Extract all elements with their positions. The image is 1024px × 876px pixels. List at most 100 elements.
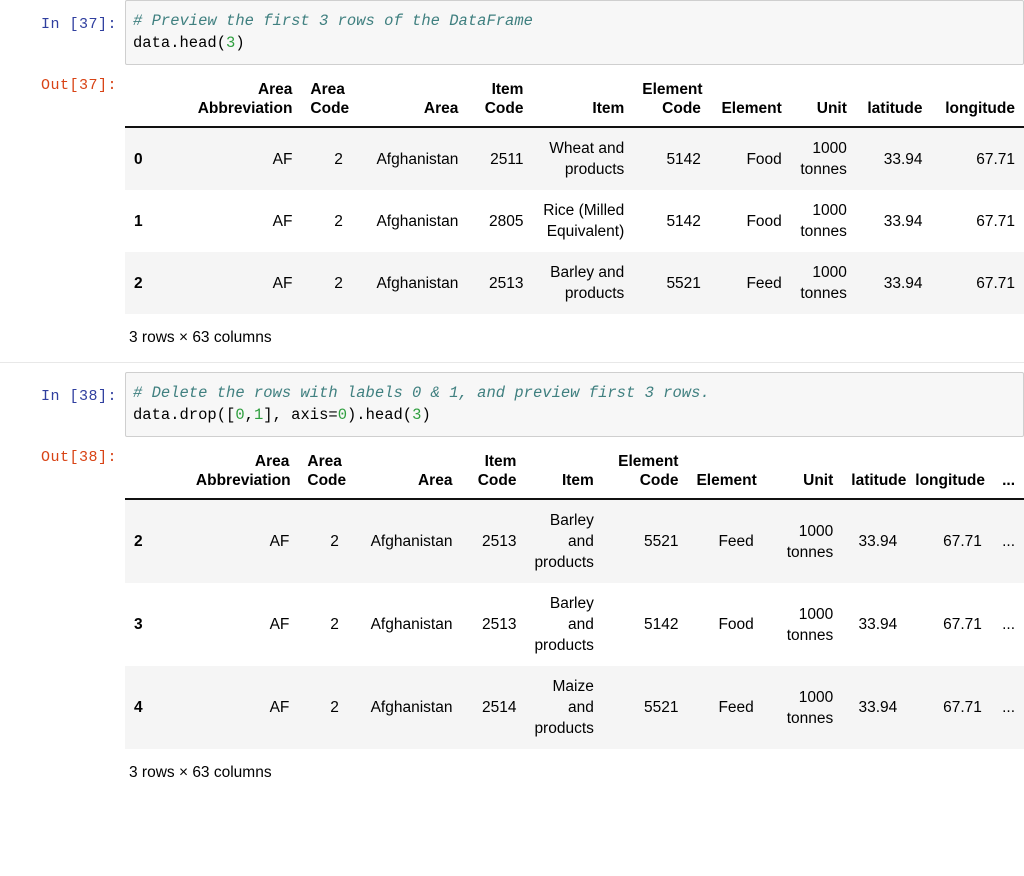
dataframe-1-cell: 5142 bbox=[633, 190, 710, 252]
dataframe-2-cell: Barley and products bbox=[525, 499, 602, 583]
cell-1-output-prompt: Out[37]: bbox=[0, 74, 125, 96]
dataframe-1-cell: 1000 tonnes bbox=[791, 252, 856, 314]
cell-2-code-arg2: 1 bbox=[254, 406, 263, 424]
dataframe-2-cell: Afghanistan bbox=[348, 666, 462, 749]
dataframe-2-cell: Feed bbox=[687, 499, 762, 583]
cell-2-code-comment: # Delete the rows with labels 0 & 1, and… bbox=[133, 384, 710, 402]
dataframe-2-cell: 2 bbox=[298, 583, 348, 666]
dataframe-2-col-area-abbreviation: Area Abbreviation bbox=[187, 446, 298, 499]
dataframe-2-col-area: Area bbox=[348, 446, 462, 499]
dataframe-1-col-area-code: Area Code bbox=[301, 74, 351, 127]
cell-2-code-sep2: ], axis= bbox=[263, 406, 337, 424]
dataframe-1-col-element: Element bbox=[710, 74, 791, 127]
dataframe-2-cell: ... bbox=[991, 583, 1024, 666]
dataframe-1-cell: 2 bbox=[301, 190, 351, 252]
dataframe-2-cell: Maize and products bbox=[525, 666, 602, 749]
cell-2-output-prompt: Out[38]: bbox=[0, 446, 125, 468]
cell-2-code-arg1: 0 bbox=[235, 406, 244, 424]
dataframe-1-cell: Food bbox=[710, 190, 791, 252]
dataframe-2-row-index: 2 bbox=[125, 499, 187, 583]
dataframe-2-cell: AF bbox=[187, 499, 298, 583]
dataframe-2-cell: Food bbox=[687, 583, 762, 666]
cell-1-output-row: Out[37]: Area Abbreviation Area Code bbox=[0, 65, 1024, 348]
table-row: 2 AF 2 Afghanistan 2513 Barley and produ… bbox=[125, 499, 1024, 583]
dataframe-2-cell: Afghanistan bbox=[348, 499, 462, 583]
dataframe-1-body: 0 AF 2 Afghanistan 2511 Wheat and produc… bbox=[125, 127, 1024, 314]
dataframe-2-cell: 5521 bbox=[603, 499, 688, 583]
dataframe-2-cell: 2 bbox=[298, 666, 348, 749]
dataframe-1-cell: 33.94 bbox=[856, 190, 932, 252]
dataframe-1-cell: 2805 bbox=[467, 190, 532, 252]
notebook-cell-2[interactable]: In [38]: # Delete the rows with labels 0… bbox=[0, 372, 1024, 783]
dataframe-2-cell: 5521 bbox=[603, 666, 688, 749]
dataframe-2-col-area-code: Area Code bbox=[298, 446, 348, 499]
dataframe-2-cell: 67.71 bbox=[906, 666, 991, 749]
cell-1-code-arg: 3 bbox=[226, 34, 235, 52]
dataframe-1-row-index: 2 bbox=[125, 252, 188, 314]
notebook-cell-1[interactable]: In [37]: # Preview the first 3 rows of t… bbox=[0, 0, 1024, 362]
dataframe-2-cell: 67.71 bbox=[906, 583, 991, 666]
dataframe-1-header-row: Area Abbreviation Area Code Area Item Co… bbox=[125, 74, 1024, 127]
dataframe-2-cell: 5142 bbox=[603, 583, 688, 666]
cell-1-code-comment: # Preview the first 3 rows of the DataFr… bbox=[133, 12, 533, 30]
dataframe-2-col-item-code: Item Code bbox=[461, 446, 525, 499]
dataframe-2-col-latitude: latitude bbox=[842, 446, 906, 499]
dataframe-1-cell: 33.94 bbox=[856, 127, 932, 190]
dataframe-2-cell: ... bbox=[991, 666, 1024, 749]
table-row: 4 AF 2 Afghanistan 2514 Maize and produc… bbox=[125, 666, 1024, 749]
table-row: 0 AF 2 Afghanistan 2511 Wheat and produc… bbox=[125, 127, 1024, 190]
dataframe-1-col-longitude: longitude bbox=[932, 74, 1024, 127]
dataframe-1-col-item-code: Item Code bbox=[467, 74, 532, 127]
cell-2-code-sep1: , bbox=[245, 406, 254, 424]
dataframe-1-head: Area Abbreviation Area Code Area Item Co… bbox=[125, 74, 1024, 127]
dataframe-1-cell: AF bbox=[188, 127, 301, 190]
dataframe-2-cell: 33.94 bbox=[842, 499, 906, 583]
dataframe-1-cell: Rice (Milled Equivalent) bbox=[532, 190, 633, 252]
dataframe-1-cell: 67.71 bbox=[932, 127, 1024, 190]
dataframe-2-cell: Afghanistan bbox=[348, 583, 462, 666]
cell-1-code-editor[interactable]: # Preview the first 3 rows of the DataFr… bbox=[125, 0, 1024, 65]
dataframe-2-cell: Barley and products bbox=[525, 583, 602, 666]
dataframe-2-cell: 1000 tonnes bbox=[763, 583, 842, 666]
dataframe-1-cell: 2 bbox=[301, 252, 351, 314]
cell-2-code-call: data.drop([ bbox=[133, 406, 235, 424]
dataframe-1-shape-note: 3 rows × 63 columns bbox=[125, 314, 1024, 348]
dataframe-2-cell: 2514 bbox=[461, 666, 525, 749]
dataframe-1-cell: Barley and products bbox=[532, 252, 633, 314]
table-row: 3 AF 2 Afghanistan 2513 Barley and produ… bbox=[125, 583, 1024, 666]
dataframe-2-body: 2 AF 2 Afghanistan 2513 Barley and produ… bbox=[125, 499, 1024, 749]
cell-2-code-sep3: ).head( bbox=[347, 406, 412, 424]
dataframe-2-cell: 33.94 bbox=[842, 666, 906, 749]
dataframe-1-cell: 67.71 bbox=[932, 252, 1024, 314]
dataframe-2-index-header bbox=[125, 446, 187, 499]
dataframe-2-cell: ... bbox=[991, 499, 1024, 583]
cell-1-code-call: data.head( bbox=[133, 34, 226, 52]
dataframe-table-1: Area Abbreviation Area Code Area Item Co… bbox=[125, 74, 1024, 314]
dataframe-2-row-index: 3 bbox=[125, 583, 187, 666]
dataframe-1-cell: Afghanistan bbox=[352, 127, 468, 190]
dataframe-2-cell: AF bbox=[187, 583, 298, 666]
dataframe-1-cell: 2513 bbox=[467, 252, 532, 314]
dataframe-1-cell: AF bbox=[188, 190, 301, 252]
dataframe-2-col-item: Item bbox=[525, 446, 602, 499]
dataframe-1-cell: Wheat and products bbox=[532, 127, 633, 190]
dataframe-1-row-index: 1 bbox=[125, 190, 188, 252]
cell-2-output-row: Out[38]: Area Abbreviation Area Code bbox=[0, 437, 1024, 783]
cell-2-output-area: Area Abbreviation Area Code Area Item Co… bbox=[125, 446, 1024, 783]
cell-2-code-editor[interactable]: # Delete the rows with labels 0 & 1, and… bbox=[125, 372, 1024, 437]
dataframe-1-cell: 5521 bbox=[633, 252, 710, 314]
dataframe-2-col-element-code: Element Code bbox=[603, 446, 688, 499]
dataframe-1-col-area-abbreviation: Area Abbreviation bbox=[188, 74, 301, 127]
cell-2-input-prompt: In [38]: bbox=[0, 372, 125, 407]
cell-1-code-closeparen: ) bbox=[235, 34, 244, 52]
dataframe-1-cell: AF bbox=[188, 252, 301, 314]
dataframe-1-col-element-code: Element Code bbox=[633, 74, 710, 127]
dataframe-2-col-unit: Unit bbox=[763, 446, 842, 499]
table-row: 1 AF 2 Afghanistan 2805 Rice (Milled Equ… bbox=[125, 190, 1024, 252]
dataframe-2-header-row: Area Abbreviation Area Code Area Item Co… bbox=[125, 446, 1024, 499]
dataframe-1-cell: 33.94 bbox=[856, 252, 932, 314]
cell-1-output-area: Area Abbreviation Area Code Area Item Co… bbox=[125, 74, 1024, 348]
cell-1-input-prompt: In [37]: bbox=[0, 0, 125, 35]
dataframe-1-cell: 2 bbox=[301, 127, 351, 190]
dataframe-2-col-element: Element bbox=[687, 446, 762, 499]
